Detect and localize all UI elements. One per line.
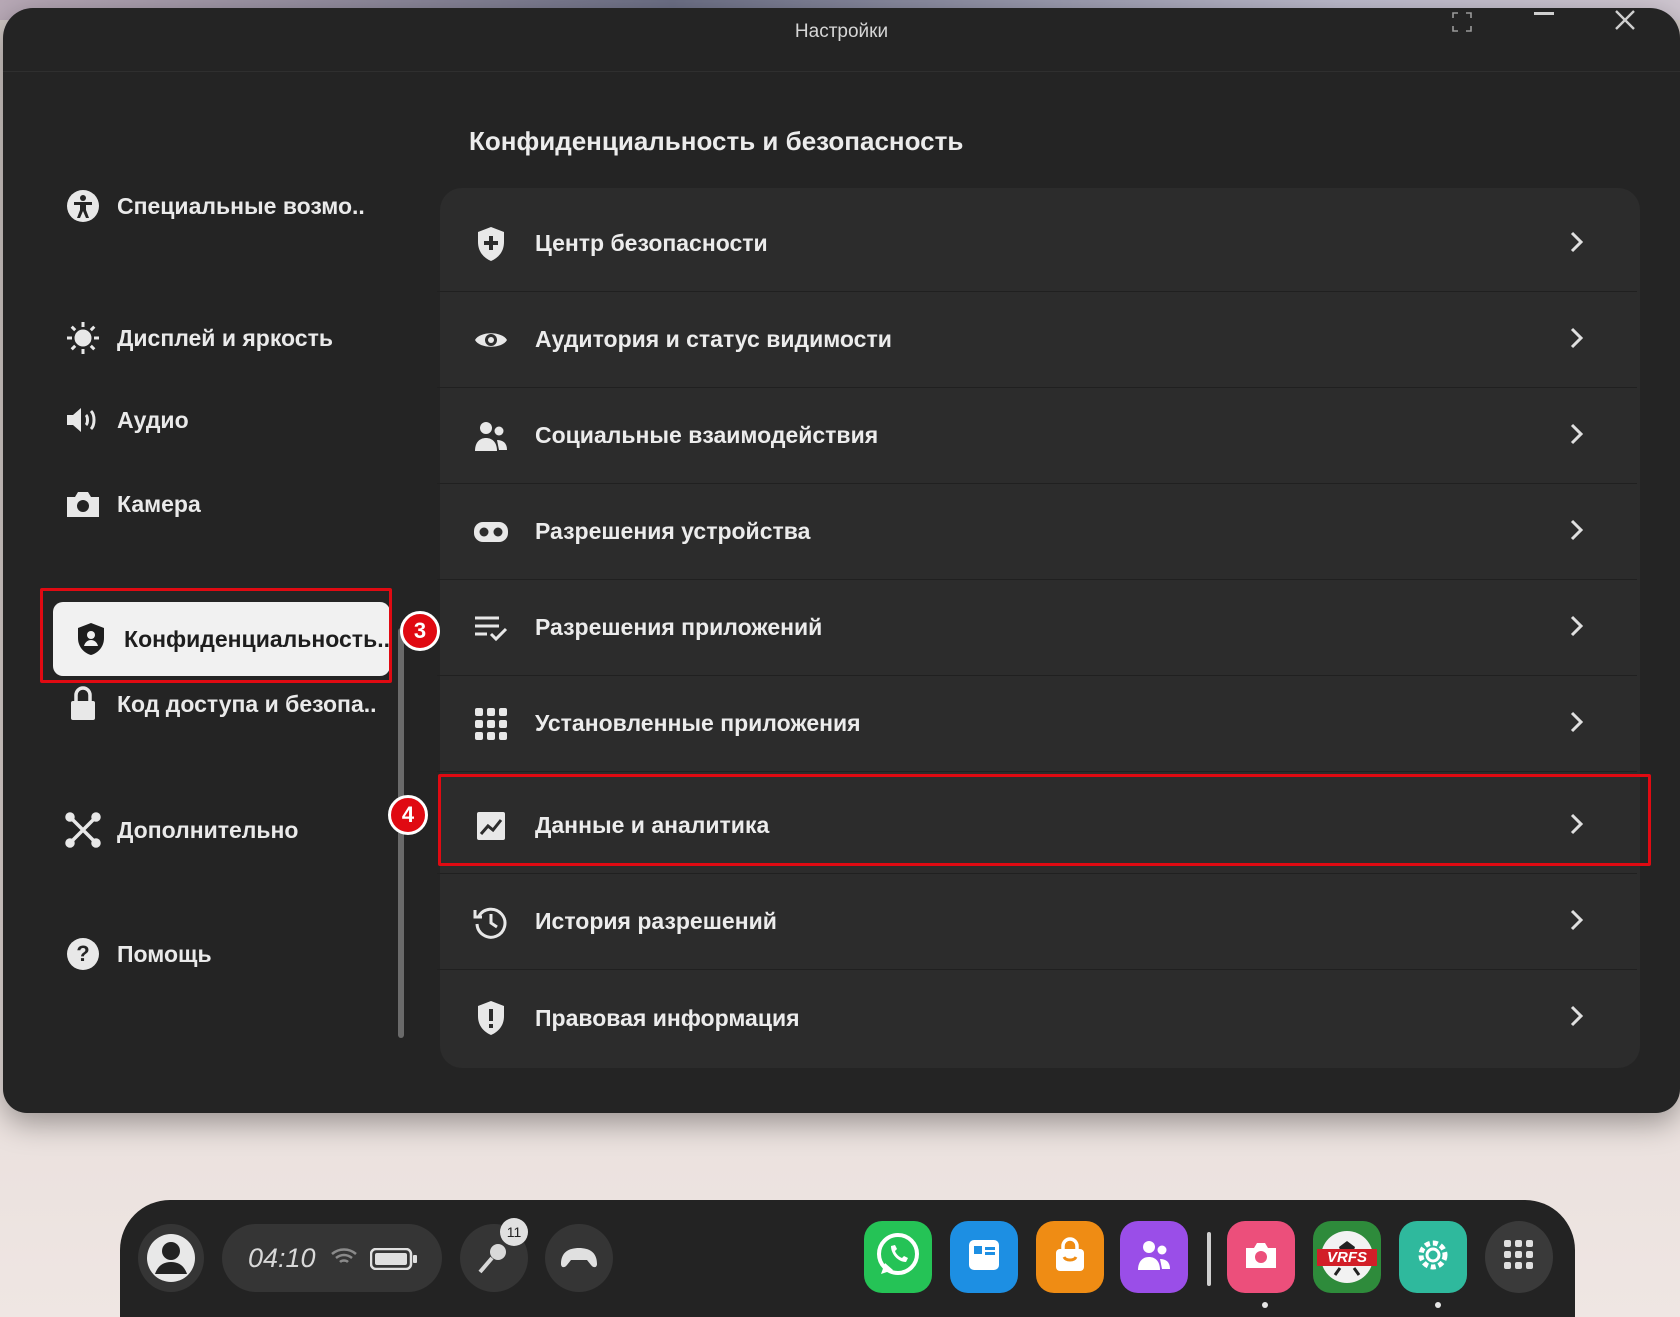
grid-icon [471, 704, 511, 744]
list-item-label: Социальные взаимодействия [535, 422, 879, 448]
sidebar-item-audio[interactable]: Аудио [63, 398, 393, 442]
battery-icon [369, 1247, 418, 1275]
sidebar-item-label: Специальные возмо.. [117, 192, 365, 219]
notifications-button[interactable]: 11 [460, 1218, 528, 1292]
minimize-icon [1532, 10, 1556, 34]
chevron-right-icon [1569, 908, 1585, 938]
shield-plus-icon [471, 224, 511, 264]
avatar-icon [146, 1232, 196, 1289]
highlight-box-privacy [40, 588, 392, 683]
eye-icon [471, 320, 511, 360]
headset-icon [559, 1246, 599, 1275]
list-item-label: Разрешения приложений [535, 614, 823, 640]
clock: 04:10 [248, 1243, 316, 1273]
sidebar-item-label: Код доступа и безопа.. [117, 690, 377, 717]
whatsapp-app[interactable] [864, 1221, 932, 1293]
chevron-right-icon [1569, 230, 1585, 260]
settings-app[interactable] [1399, 1221, 1467, 1293]
minimize-button[interactable] [1522, 8, 1566, 36]
sidebar-item-help[interactable]: ? Помощь [63, 932, 393, 976]
sidebar-item-label: Дополнительно [117, 816, 299, 843]
wifi-icon [330, 1246, 358, 1273]
legal-shield-icon [471, 998, 511, 1038]
sidebar-item-label: Помощь [117, 940, 212, 967]
close-icon [1613, 10, 1637, 34]
camera-app-icon [1244, 1240, 1278, 1275]
settings-app-icon [1414, 1236, 1452, 1279]
list-item-installed-apps[interactable]: Установленные приложения [437, 676, 1637, 772]
browser-app[interactable] [950, 1221, 1018, 1293]
headset-button[interactable] [545, 1224, 613, 1292]
speaker-icon [63, 400, 103, 440]
list-item-label: Правовая информация [535, 1004, 800, 1031]
sidebar-item-advanced[interactable]: Дополнительно [63, 808, 393, 852]
app-library-icon [1503, 1239, 1535, 1276]
advanced-icon [63, 810, 103, 850]
vrfs-logo-text: VRFS [1317, 1249, 1377, 1266]
sidebar-item-label: Аудио [117, 406, 189, 433]
sidebar-item-accessibility[interactable]: Специальные возмо.. [63, 184, 393, 228]
list-check-icon [471, 608, 511, 648]
store-icon [1053, 1236, 1087, 1278]
list-item-audience[interactable]: Аудитория и статус видимости [437, 292, 1637, 388]
sidebar-item-camera[interactable]: Камера [63, 482, 393, 526]
list-item-label: Установленные приложения [535, 710, 861, 736]
dock-divider [1207, 1232, 1211, 1286]
sidebar-item-label: Камера [117, 490, 201, 517]
people-icon [471, 416, 511, 456]
title-bar: Настройки [3, 8, 1680, 72]
list-item-label: История разрешений [535, 908, 777, 934]
accessibility-icon [63, 186, 103, 226]
chevron-right-icon [1569, 614, 1585, 644]
sidebar-item-label: Дисплей и яркость [117, 324, 333, 351]
vrfs-game-icon: VRFS [1317, 1227, 1377, 1287]
store-app[interactable] [1036, 1221, 1104, 1293]
mic-icon [476, 1240, 512, 1281]
list-item-label: Центр безопасности [535, 230, 768, 256]
help-icon: ? [63, 934, 103, 974]
camera-app[interactable] [1227, 1221, 1295, 1293]
page-title: Конфиденциальность и безопасность [469, 126, 964, 156]
chevron-right-icon [1569, 422, 1585, 452]
brightness-icon [63, 318, 103, 358]
fullscreen-button[interactable] [1440, 8, 1484, 36]
list-item-label: Разрешения устройства [535, 518, 811, 544]
history-icon [471, 902, 511, 942]
browser-icon [967, 1238, 1001, 1277]
list-item-device-permissions[interactable]: Разрешения устройства [437, 484, 1637, 580]
vrfs-app[interactable]: VRFS [1313, 1221, 1381, 1293]
list-item-permission-history[interactable]: История разрешений [437, 874, 1637, 970]
list-item-app-permissions[interactable]: Разрешения приложений [437, 580, 1637, 676]
app-library-button[interactable] [1485, 1221, 1553, 1293]
highlight-box-data-analytics [438, 774, 1651, 866]
notification-count: 11 [500, 1218, 528, 1246]
headset-icon [471, 512, 511, 552]
close-button[interactable] [1603, 8, 1647, 36]
list-item-security-center[interactable]: Центр безопасности [437, 196, 1637, 292]
chevron-right-icon [1569, 710, 1585, 740]
sidebar-item-display[interactable]: Дисплей и яркость [63, 316, 393, 360]
list-item-social[interactable]: Социальные взаимодействия [437, 388, 1637, 484]
sidebar-item-passcode[interactable]: Код доступа и безопа.. [63, 682, 393, 726]
whatsapp-icon [873, 1230, 923, 1285]
chevron-right-icon [1569, 1004, 1585, 1034]
lock-icon [63, 684, 103, 724]
chevron-right-icon [1569, 326, 1585, 356]
people-app-icon [1136, 1238, 1172, 1277]
chevron-right-icon [1569, 518, 1585, 548]
window-title: Настройки [794, 21, 889, 42]
annotation-badge-4: 4 [388, 795, 428, 835]
list-item-label: Аудитория и статус видимости [535, 326, 892, 352]
annotation-badge-3: 3 [400, 611, 440, 651]
settings-running-indicator [1435, 1302, 1441, 1308]
profile-button[interactable] [138, 1224, 204, 1292]
camera-running-indicator [1262, 1302, 1268, 1308]
list-item-legal[interactable]: Правовая информация [437, 970, 1637, 1066]
people-app[interactable] [1120, 1221, 1188, 1293]
svg-text:?: ? [76, 941, 89, 966]
expand-icon [1450, 10, 1474, 34]
camera-icon [63, 484, 103, 524]
